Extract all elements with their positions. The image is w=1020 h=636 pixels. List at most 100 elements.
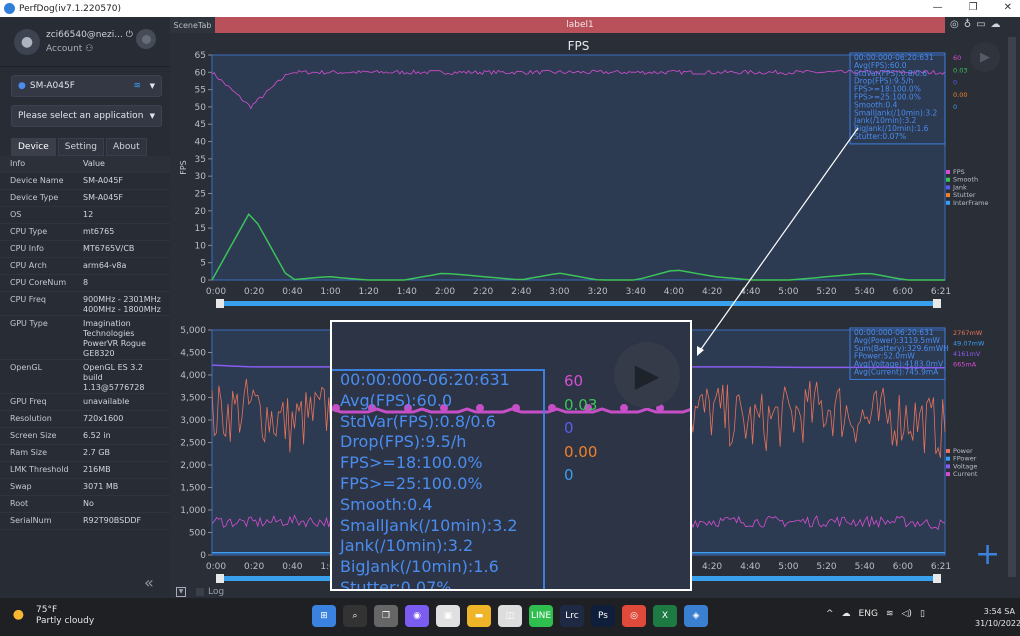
- zoomed-stats-overlay: ▶ 00:00:000-06:20:631 Avg(FPS):60.0 StdVar…: [330, 320, 692, 591]
- tab-setting[interactable]: Setting: [57, 138, 105, 156]
- plot-area: [211, 54, 946, 281]
- stat-text: Stutter:0.07%: [854, 132, 906, 141]
- stats-text: 00:00:000-06:20:631 Avg(FPS):60.0 StdVar(F…: [340, 370, 518, 591]
- app-select[interactable]: Please select an application ▼: [11, 105, 162, 127]
- current-value: 0.00: [564, 442, 598, 461]
- weather-widget[interactable]: 75°F Partly cloudy: [12, 605, 94, 627]
- app-select-value: Please select an application: [18, 111, 144, 121]
- row-value: unavailable: [83, 397, 130, 406]
- avatar[interactable]: ●: [14, 28, 40, 55]
- y-tick-label: 40: [195, 138, 207, 148]
- taskbar-app-icon[interactable]: ◉: [405, 605, 429, 627]
- y-tick-label: 35: [195, 155, 206, 165]
- overlay-fps-point: [548, 404, 556, 412]
- power-icon[interactable]: ⏻: [126, 30, 133, 40]
- current-value: 0.03: [564, 395, 598, 414]
- legend-label: Current: [953, 470, 978, 478]
- language-indicator[interactable]: ENG: [859, 609, 878, 619]
- slider-handle-right: [933, 574, 941, 583]
- chevron-down-icon: ▼: [149, 112, 155, 120]
- x-tick-label: 5:20: [816, 287, 836, 297]
- legend-swatch: [946, 464, 950, 469]
- x-tick-label: 4:40: [740, 562, 760, 572]
- legend-swatch: [946, 472, 950, 477]
- table-row: SerialNum R92T90BSDDF: [0, 513, 170, 530]
- taskbar: 75°F Partly cloudy ⊞ ⌕ ❐ ◉ ▣ ▬ ◫ LINE Lrc Ps ◎ X ◈ ^ …: [0, 598, 1020, 636]
- add-chart-button[interactable]: +: [975, 540, 1000, 570]
- maximize-button[interactable]: ❐: [969, 2, 978, 13]
- row-value: MT6765V/CB: [83, 244, 135, 253]
- row-key: Swap: [10, 482, 32, 491]
- current-value: 0: [953, 79, 957, 87]
- table-header: Info Value: [0, 156, 170, 173]
- account-label[interactable]: Account: [46, 44, 82, 54]
- taskbar-app-icon[interactable]: LINE: [529, 605, 553, 627]
- tab-device[interactable]: Device: [11, 138, 56, 156]
- taskbar-app-icon[interactable]: ▣: [436, 605, 460, 627]
- current-values: 60 0.03 0 0.00 0: [564, 370, 597, 488]
- taskbar-app-icon[interactable]: ▬: [467, 605, 491, 627]
- y-tick-label: 25: [195, 189, 206, 199]
- volume-icon[interactable]: ◁): [902, 609, 912, 619]
- overlay-fps-point: [620, 404, 628, 412]
- taskbar-app-icon[interactable]: Lrc: [560, 605, 584, 627]
- record-stop-button[interactable]: [136, 29, 156, 49]
- table-row: Device Name SM-A045F: [0, 173, 170, 190]
- minimize-button[interactable]: —: [933, 2, 943, 13]
- table-row: CPU Info MT6765V/CB: [0, 241, 170, 258]
- table-row: CPU Arch arm64-v8a: [0, 258, 170, 275]
- clock[interactable]: 3:54 SA 31/10/2022: [975, 606, 1020, 630]
- x-tick-label: 0:20: [244, 562, 264, 572]
- legend-swatch: [946, 449, 950, 453]
- row-key: CPU Info: [10, 244, 44, 253]
- clock-date: 31/10/2022: [975, 619, 1020, 628]
- account-section: ● zci66540@nezi... ⏻ Account ⚇: [0, 17, 170, 67]
- current-value: 0: [564, 466, 574, 484]
- taskbar-app-icon[interactable]: ◎: [622, 605, 646, 627]
- taskbar-app-icon[interactable]: Ps: [591, 605, 615, 627]
- cloud-icon[interactable]: ☁: [842, 609, 851, 619]
- wifi-icon[interactable]: ≋: [886, 609, 894, 619]
- collapse-panel-icon[interactable]: «: [144, 573, 154, 592]
- taskbar-app-icon[interactable]: X: [653, 605, 677, 627]
- row-value: 8: [83, 278, 89, 287]
- current-value: 665mA: [953, 361, 977, 369]
- slider-handle-left: [216, 299, 224, 308]
- table-row: CPU Freq 900MHz - 2301MHz 400MHz - 1800MH…: [0, 292, 170, 316]
- table-row: Root No: [0, 496, 170, 513]
- taskbar-app-icon[interactable]: ⌕: [343, 605, 367, 627]
- y-tick-label: 1,500: [180, 484, 206, 494]
- row-key: CPU Type: [10, 227, 48, 236]
- tab-about[interactable]: About: [106, 138, 147, 156]
- play-button[interactable]: ▶: [970, 42, 1000, 72]
- device-select[interactable]: ● SM-A045F ≋ ▼: [11, 75, 162, 97]
- x-tick-label: 5:00: [778, 287, 798, 297]
- chevron-up-icon[interactable]: ^: [826, 609, 834, 619]
- row-key: SerialNum: [10, 516, 52, 525]
- y-tick-label: 45: [195, 120, 206, 130]
- stat-line: Stutter:0.07%: [340, 577, 452, 591]
- row-value: Imagination Technologies PowerVR Rogue G…: [83, 319, 146, 358]
- x-tick-label: 6:00: [893, 562, 913, 572]
- chevron-down-icon: ▼: [149, 82, 155, 90]
- y-tick-label: 15: [195, 224, 206, 234]
- taskbar-app-icon[interactable]: ◫: [498, 605, 522, 627]
- log-checkbox[interactable]: [196, 588, 204, 596]
- taskbar-app-icon[interactable]: ◈: [684, 605, 708, 627]
- table-row: OpenGL OpenGL ES 3.2 build 1.13@5776728: [0, 360, 170, 394]
- x-tick-label: 6:21: [931, 287, 951, 297]
- expand-log-icon[interactable]: ▼: [176, 587, 186, 597]
- row-key: Ram Size: [10, 448, 48, 457]
- close-button[interactable]: ✕: [1004, 2, 1012, 13]
- x-tick-label: 2:20: [473, 287, 493, 297]
- table-row: Device Type SM-A045F: [0, 190, 170, 207]
- stat-line: 00:00:000-06:20:631: [340, 370, 510, 389]
- row-value: 12: [83, 210, 94, 219]
- table-row: OS 12: [0, 207, 170, 224]
- legend-swatch: [946, 185, 950, 190]
- taskbar-app-icon[interactable]: ⊞: [312, 605, 336, 627]
- vertical-scrollbar[interactable]: [1008, 37, 1016, 577]
- battery-icon[interactable]: ▯: [920, 609, 925, 619]
- legend-swatch: [946, 170, 950, 174]
- taskbar-app-icon[interactable]: ❐: [374, 605, 398, 627]
